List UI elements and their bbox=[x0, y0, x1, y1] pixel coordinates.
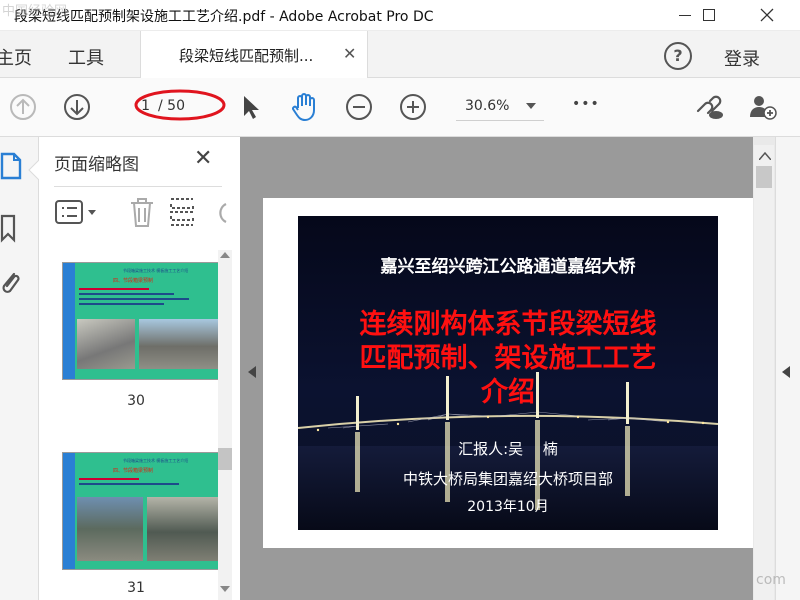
close-icon bbox=[760, 8, 774, 22]
zoom-in-icon bbox=[400, 94, 426, 120]
previous-page-button[interactable] bbox=[8, 92, 38, 122]
page-thumbnails-rail-button[interactable] bbox=[0, 150, 26, 186]
thumbnail-text-lines bbox=[79, 475, 199, 495]
thumbnails-panel-title: 页面缩略图 bbox=[54, 155, 139, 175]
thumbnails-scrollbar[interactable] bbox=[218, 250, 232, 600]
tab-document[interactable]: 段梁短线匹配预制... ✕ bbox=[140, 31, 368, 78]
thumbnail-subtitle: 节段箱梁施工技术 模板施工工艺介绍 bbox=[123, 458, 189, 463]
slide-main-title-line-1: 连续刚构体系节段梁短线 bbox=[359, 309, 657, 340]
document-tab-close-button[interactable]: ✕ bbox=[343, 44, 356, 63]
login-button[interactable]: 登录 bbox=[724, 45, 760, 71]
slide-main-title-line-3: 介绍 bbox=[481, 377, 535, 408]
rail-active-pointer bbox=[27, 159, 40, 184]
thumbnail-page-30[interactable]: 节段箱梁施工技术 模板施工工艺介绍 四、节段箱梁预制 bbox=[62, 262, 224, 380]
maximize-button[interactable] bbox=[686, 0, 732, 30]
slide-main-title-line-2: 匹配预制、架设施工工艺 bbox=[359, 343, 657, 374]
panel-divider bbox=[54, 186, 222, 187]
expand-right-pane-arrow-icon[interactable] bbox=[782, 366, 790, 378]
zoom-value: 30.6% bbox=[465, 98, 510, 114]
paperclip-icon bbox=[2, 272, 20, 293]
add-user-icon bbox=[750, 96, 777, 120]
document-scrollbar[interactable] bbox=[754, 145, 774, 600]
annotation-ellipse bbox=[134, 89, 226, 121]
tab-tools[interactable]: 工具 bbox=[68, 44, 104, 70]
zoom-in-button[interactable] bbox=[398, 92, 428, 122]
thumbnail-heading: 四、节段箱梁预制 bbox=[113, 278, 154, 284]
slide-date: 2013年10月 bbox=[467, 499, 549, 515]
link-cloud-icon bbox=[696, 95, 723, 119]
delete-pages-button[interactable] bbox=[128, 196, 156, 232]
hand-icon bbox=[292, 93, 315, 121]
rotate-icon bbox=[219, 203, 227, 223]
help-button[interactable]: ? bbox=[664, 42, 692, 70]
thumbnail-photo-left bbox=[77, 497, 143, 561]
slide-company: 中铁大桥局集团嘉绍大桥项目部 bbox=[402, 470, 613, 488]
document-tab-label: 段梁短线匹配预制... bbox=[179, 47, 314, 65]
window-close-button[interactable] bbox=[744, 0, 790, 30]
thumbnail-page-31[interactable]: 节段箱梁施工技术 模板施工工艺介绍 四、节段箱梁预制 bbox=[62, 452, 224, 570]
bookmarks-rail-button[interactable] bbox=[0, 214, 20, 248]
share-link-button[interactable] bbox=[694, 92, 724, 122]
hand-tool-button[interactable] bbox=[290, 92, 320, 122]
slide-image: 嘉兴至绍兴跨江公路通道嘉绍大桥 连续刚构体系节段梁短线 匹配预制、架设施工工艺 … bbox=[298, 216, 718, 530]
navigation-rail bbox=[0, 137, 39, 600]
maximize-icon bbox=[703, 9, 715, 21]
thumbnail-text-lines bbox=[79, 285, 199, 315]
slide-project-title: 嘉兴至绍兴跨江公路通道嘉绍大桥 bbox=[380, 257, 636, 277]
thumbnail-photo-left bbox=[77, 319, 135, 369]
zoom-out-button[interactable] bbox=[344, 92, 374, 122]
cursor-arrow-icon bbox=[244, 96, 259, 119]
pages-icon bbox=[0, 152, 22, 180]
thumbnail-heading: 四、节段箱梁预制 bbox=[113, 468, 154, 474]
select-tool-button[interactable] bbox=[236, 92, 266, 122]
attachments-rail-button[interactable] bbox=[0, 268, 22, 304]
thumbnail-photo-right bbox=[147, 497, 219, 561]
next-page-button[interactable] bbox=[62, 92, 92, 122]
thumbnail-options-button[interactable] bbox=[54, 198, 100, 230]
bookmark-icon bbox=[0, 214, 16, 243]
watermark-right: com bbox=[756, 572, 786, 588]
add-user-button[interactable] bbox=[748, 92, 778, 122]
more-tools-button[interactable]: ••• bbox=[572, 96, 600, 112]
split-page-icon bbox=[170, 198, 194, 226]
scroll-up-arrow-icon[interactable] bbox=[220, 250, 230, 258]
list-options-icon bbox=[55, 200, 96, 224]
thumbnail-subtitle: 节段箱梁施工技术 模板施工工艺介绍 bbox=[123, 268, 189, 273]
thumbnails-panel-close-button[interactable]: ✕ bbox=[194, 146, 212, 171]
chevron-down-icon bbox=[526, 103, 536, 109]
watermark-left: 中国经验网 bbox=[2, 4, 68, 19]
split-pages-button[interactable] bbox=[168, 196, 196, 232]
collapse-panel-arrow-icon[interactable] bbox=[248, 366, 256, 378]
thumbnail-page-number: 30 bbox=[127, 393, 145, 409]
arrow-down-circle-icon bbox=[64, 94, 90, 120]
slide-reporter: 汇报人:吴 楠 bbox=[458, 440, 558, 458]
tab-home[interactable]: 主页 bbox=[0, 44, 32, 70]
scroll-down-arrow-icon[interactable] bbox=[220, 586, 230, 594]
arrow-up-circle-icon bbox=[10, 94, 36, 120]
document-scrollbar-thumb[interactable] bbox=[756, 166, 772, 188]
zoom-out-icon bbox=[346, 94, 372, 120]
thumbnails-scrollbar-thumb[interactable] bbox=[218, 448, 232, 470]
scroll-up-arrow-icon[interactable] bbox=[759, 152, 771, 160]
window-title: 段梁短线匹配预制架设施工工艺介绍.pdf - Adobe Acrobat Pro… bbox=[14, 9, 434, 25]
thumbnail-page-number: 31 bbox=[127, 580, 145, 596]
trash-icon bbox=[131, 198, 153, 227]
thumbnail-photo-right bbox=[139, 319, 219, 369]
rotate-page-button[interactable] bbox=[210, 198, 230, 232]
